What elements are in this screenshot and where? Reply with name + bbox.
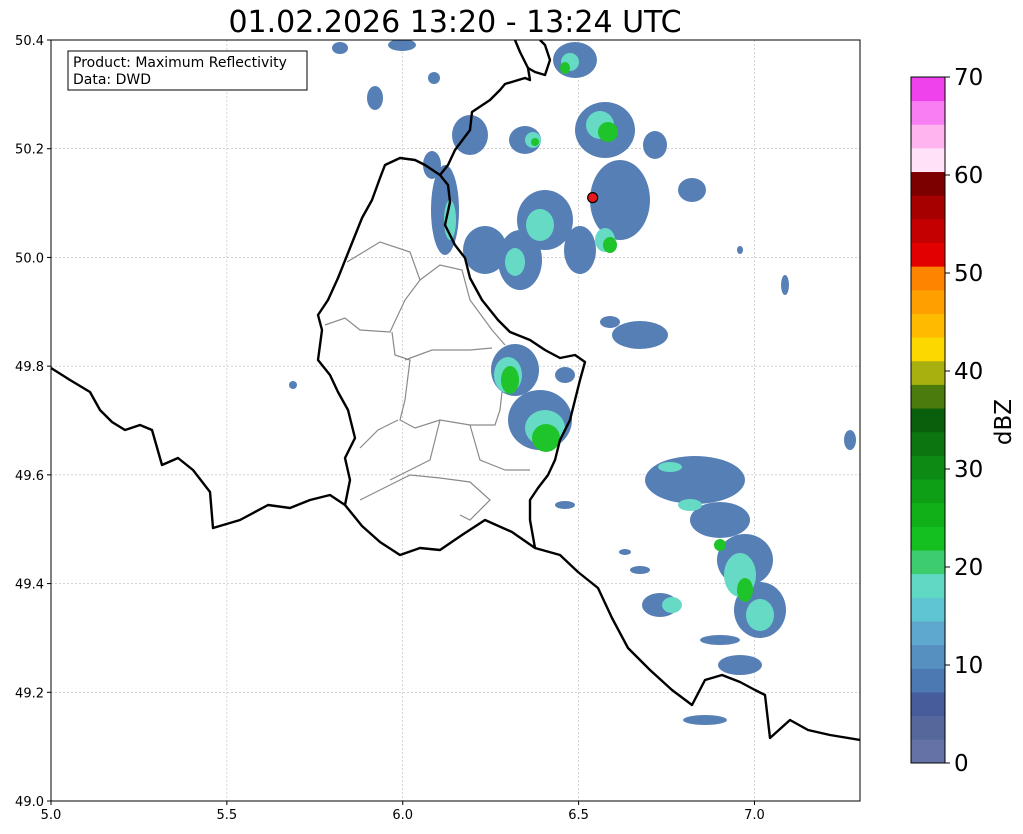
colorbar-segment bbox=[911, 313, 945, 338]
colorbar-segment bbox=[911, 550, 945, 575]
x-tick-label: 6.5 bbox=[568, 808, 589, 823]
colorbar: 0 10 20 30 40 50 60 70 dBZ bbox=[910, 65, 1017, 777]
colorbar-tick-label: 60 bbox=[954, 163, 983, 189]
map-panel bbox=[51, 40, 860, 801]
location-marker bbox=[587, 192, 599, 204]
colorbar-segment bbox=[911, 573, 945, 598]
colorbar-label: dBZ bbox=[991, 399, 1017, 445]
y-tick-label: 50.2 bbox=[15, 143, 44, 158]
y-tick-label: 49.2 bbox=[15, 686, 44, 701]
colorbar-segment bbox=[911, 384, 945, 409]
y-axis-ticks: 49.0 49.2 49.4 49.6 49.8 50.0 50.2 50.4 bbox=[15, 34, 51, 810]
colorbar-segment bbox=[911, 360, 945, 385]
x-tick-label: 5.5 bbox=[217, 808, 238, 823]
y-tick-label: 50.0 bbox=[15, 251, 44, 266]
y-tick-label: 49.4 bbox=[15, 578, 44, 593]
colorbar-segment bbox=[911, 171, 945, 196]
x-tick-label: 6.0 bbox=[392, 808, 413, 823]
colorbar-segment bbox=[911, 479, 945, 504]
info-product-line: Product: Maximum Reflectivity bbox=[73, 55, 287, 71]
colorbar-segment bbox=[911, 124, 945, 149]
colorbar-tick-label: 70 bbox=[954, 65, 983, 91]
info-box: Product: Maximum Reflectivity Data: DWD bbox=[67, 50, 308, 91]
colorbar-segment bbox=[911, 289, 945, 314]
colorbar-segment bbox=[911, 266, 945, 291]
y-tick-label: 49.8 bbox=[15, 360, 44, 375]
colorbar-segment bbox=[911, 100, 945, 125]
colorbar-tick-label: 0 bbox=[954, 751, 969, 777]
colorbar-segments bbox=[911, 77, 945, 764]
info-data-line: Data: DWD bbox=[73, 72, 151, 88]
colorbar-segment bbox=[911, 692, 945, 717]
colorbar-segment bbox=[911, 455, 945, 480]
figure-title: 01.02.2026 13:20 - 13:24 UTC bbox=[228, 5, 681, 40]
x-tick-label: 7.0 bbox=[744, 808, 765, 823]
y-tick-label: 50.4 bbox=[15, 34, 44, 49]
colorbar-segment bbox=[911, 147, 945, 173]
x-tick-label: 5.0 bbox=[41, 808, 62, 823]
colorbar-segment bbox=[911, 77, 945, 102]
colorbar-tick-label: 10 bbox=[954, 653, 983, 679]
colorbar-segment bbox=[911, 597, 945, 622]
colorbar-segment bbox=[911, 337, 945, 362]
colorbar-segment bbox=[911, 502, 945, 527]
colorbar-ticks: 0 10 20 30 40 50 60 70 bbox=[945, 65, 983, 777]
y-tick-label: 49.6 bbox=[15, 469, 44, 484]
y-tick-label: 49.0 bbox=[15, 795, 44, 810]
colorbar-segment bbox=[911, 218, 945, 243]
colorbar-segment bbox=[911, 242, 945, 267]
colorbar-segment bbox=[911, 195, 945, 220]
colorbar-segment bbox=[911, 621, 945, 646]
colorbar-segment bbox=[911, 431, 945, 456]
colorbar-tick-label: 50 bbox=[954, 261, 983, 287]
colorbar-segment bbox=[911, 526, 945, 551]
x-axis-ticks: 5.0 5.5 6.0 6.5 7.0 bbox=[41, 801, 765, 823]
colorbar-tick-label: 20 bbox=[954, 555, 983, 581]
radar-map-figure: 01.02.2026 13:20 - 13:24 UTC 5.0 5.5 6.0… bbox=[15, 5, 1017, 823]
colorbar-tick-label: 40 bbox=[954, 359, 983, 385]
colorbar-tick-label: 30 bbox=[954, 457, 983, 483]
colorbar-segment bbox=[911, 739, 945, 764]
colorbar-segment bbox=[911, 715, 945, 740]
colorbar-segment bbox=[911, 668, 945, 693]
colorbar-segment bbox=[911, 644, 945, 669]
colorbar-segment bbox=[911, 408, 945, 433]
